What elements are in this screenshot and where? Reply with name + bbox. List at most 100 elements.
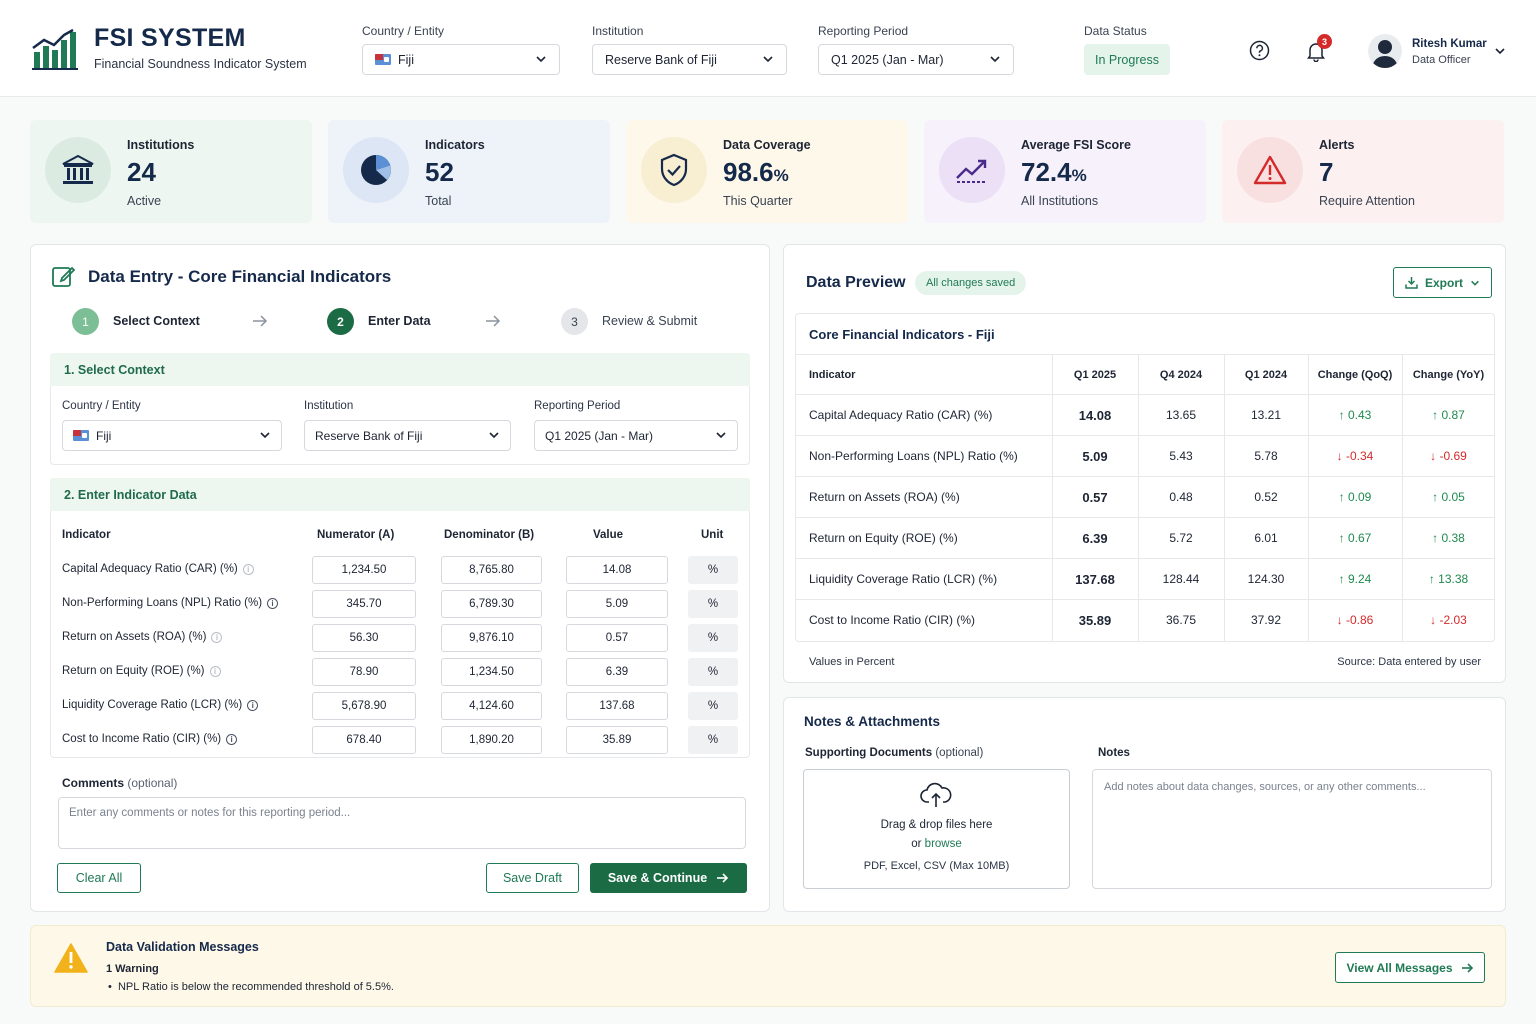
- th-q4-2024: Q4 2024: [1159, 369, 1203, 381]
- save-draft-button[interactable]: Save Draft: [486, 863, 579, 893]
- col-unit: Unit: [701, 529, 724, 541]
- notes-title: Notes & Attachments: [804, 714, 941, 729]
- unit-cell: %: [688, 590, 738, 618]
- bank-icon: [45, 137, 111, 203]
- info-icon[interactable]: i: [247, 699, 259, 711]
- row-q1-2024: 0.52: [1254, 490, 1278, 504]
- stat-card-data-coverage: Data Coverage 98.6% This Quarter: [626, 120, 908, 223]
- denominator-input[interactable]: 9,876.10: [441, 624, 542, 652]
- ctx-period-select[interactable]: Q1 2025 (Jan - Mar): [534, 420, 738, 451]
- step-1-number[interactable]: 1: [72, 308, 99, 335]
- browse-link[interactable]: browse: [925, 838, 962, 850]
- value-field[interactable]: 14.08: [566, 556, 668, 584]
- indicator-name: Return on Equity (ROE) (%) i: [62, 665, 221, 677]
- clear-all-button[interactable]: Clear All: [57, 863, 141, 893]
- row-q1-2025: 0.57: [1082, 490, 1108, 505]
- th-q1-2025: Q1 2025: [1073, 369, 1117, 381]
- stat-value: 52: [425, 157, 454, 187]
- context-section-title: 1. Select Context: [50, 353, 750, 386]
- row-q4-2024: 0.48: [1169, 490, 1193, 504]
- trend-up-icon: [939, 137, 1005, 203]
- preview-title: Data Preview: [806, 274, 906, 291]
- stat-title: Indicators: [425, 138, 485, 152]
- stat-value: 72.4%: [1021, 157, 1087, 187]
- app-subtitle: Financial Soundness Indicator System: [94, 57, 307, 71]
- chevron-down-icon: [260, 432, 270, 439]
- denominator-input[interactable]: 6,789.30: [441, 590, 542, 618]
- chevron-down-icon: [536, 56, 546, 63]
- numerator-input[interactable]: 1,234.50: [312, 556, 416, 584]
- row-change-qoq: ↓ -0.34: [1336, 449, 1374, 463]
- ctx-institution-label: Institution: [304, 400, 354, 412]
- chevron-down-icon: [1471, 280, 1479, 286]
- value-field[interactable]: 6.39: [566, 658, 668, 686]
- view-all-messages-button[interactable]: View All Messages: [1335, 952, 1485, 983]
- row-q1-2025: 137.68: [1075, 572, 1115, 587]
- stat-title: Institutions: [127, 138, 195, 152]
- row-indicator: Return on Assets (ROA) (%): [809, 490, 960, 504]
- arrow-up-icon: ↑: [1338, 572, 1345, 586]
- stat-title: Alerts: [1319, 138, 1355, 152]
- value-field[interactable]: 35.89: [566, 726, 668, 754]
- notification-count-badge: 3: [1317, 34, 1332, 49]
- validation-count: 1 Warning: [106, 963, 159, 975]
- numerator-input[interactable]: 678.40: [312, 726, 416, 754]
- arrow-up-icon: ↑: [1432, 490, 1439, 504]
- comments-textarea[interactable]: Enter any comments or notes for this rep…: [58, 797, 746, 849]
- notes-textarea[interactable]: Add notes about data changes, sources, o…: [1092, 769, 1492, 889]
- step-2-label[interactable]: Enter Data: [368, 314, 431, 328]
- denominator-input[interactable]: 1,890.20: [441, 726, 542, 754]
- value-field[interactable]: 5.09: [566, 590, 668, 618]
- numerator-input[interactable]: 345.70: [312, 590, 416, 618]
- period-select[interactable]: Q1 2025 (Jan - Mar): [818, 44, 1014, 75]
- country-select[interactable]: Fiji: [362, 44, 560, 75]
- info-icon[interactable]: i: [267, 597, 279, 609]
- cloud-upload-icon: [920, 782, 952, 813]
- denominator-input[interactable]: 8,765.80: [441, 556, 542, 584]
- denominator-input[interactable]: 4,124.60: [441, 692, 542, 720]
- step-1-label[interactable]: Select Context: [113, 314, 200, 328]
- arrow-up-icon: ↑: [1338, 531, 1345, 545]
- info-icon[interactable]: i: [226, 733, 238, 745]
- indicator-name: Non-Performing Loans (NPL) Ratio (%) i: [62, 597, 279, 609]
- numerator-input[interactable]: 78.90: [312, 658, 416, 686]
- step-3-number[interactable]: 3: [561, 308, 588, 335]
- row-change-qoq: ↑ 0.67: [1338, 531, 1372, 545]
- info-icon[interactable]: i: [242, 563, 254, 575]
- step-2-number[interactable]: 2: [327, 308, 354, 335]
- step-3-label[interactable]: Review & Submit: [602, 314, 697, 328]
- denominator-input[interactable]: 1,234.50: [441, 658, 542, 686]
- arrow-up-icon: ↑: [1432, 408, 1439, 422]
- user-menu-chevron-icon[interactable]: [1494, 44, 1506, 62]
- row-change-yoy: ↓ -2.03: [1430, 613, 1467, 627]
- export-button[interactable]: Export: [1393, 267, 1492, 298]
- institution-select[interactable]: Reserve Bank of Fiji: [592, 44, 787, 75]
- row-q4-2024: 128.44: [1162, 572, 1200, 586]
- ctx-institution-select[interactable]: Reserve Bank of Fiji: [304, 420, 511, 451]
- help-icon[interactable]: [1249, 40, 1270, 66]
- status-badge: In Progress: [1084, 44, 1170, 75]
- download-icon: [1405, 277, 1418, 289]
- validation-title: Data Validation Messages: [106, 940, 259, 954]
- row-q4-2024: 5.43: [1169, 449, 1193, 463]
- row-q4-2024: 5.72: [1169, 531, 1193, 545]
- numerator-input[interactable]: 56.30: [312, 624, 416, 652]
- fiji-flag-icon: [73, 430, 89, 441]
- arrow-down-icon: ↓: [1336, 449, 1343, 463]
- stat-value: 24: [127, 157, 156, 187]
- value-field[interactable]: 0.57: [566, 624, 668, 652]
- save-continue-button[interactable]: Save & Continue: [590, 863, 747, 893]
- arrow-right-icon: [484, 313, 502, 334]
- arrow-up-icon: ↑: [1338, 408, 1345, 422]
- period-value: Q1 2025 (Jan - Mar): [831, 52, 944, 67]
- numerator-input[interactable]: 5,678.90: [312, 692, 416, 720]
- chevron-down-icon: [763, 56, 773, 63]
- info-icon[interactable]: i: [211, 631, 223, 643]
- ctx-country-select[interactable]: Fiji: [62, 420, 282, 451]
- info-icon[interactable]: i: [209, 665, 221, 677]
- stat-card-alerts: Alerts 7 Require Attention: [1222, 120, 1504, 223]
- indicator-section-title: 2. Enter Indicator Data: [50, 478, 750, 511]
- avatar[interactable]: [1368, 34, 1402, 68]
- value-field[interactable]: 137.68: [566, 692, 668, 720]
- arrow-right-icon: [717, 873, 729, 883]
